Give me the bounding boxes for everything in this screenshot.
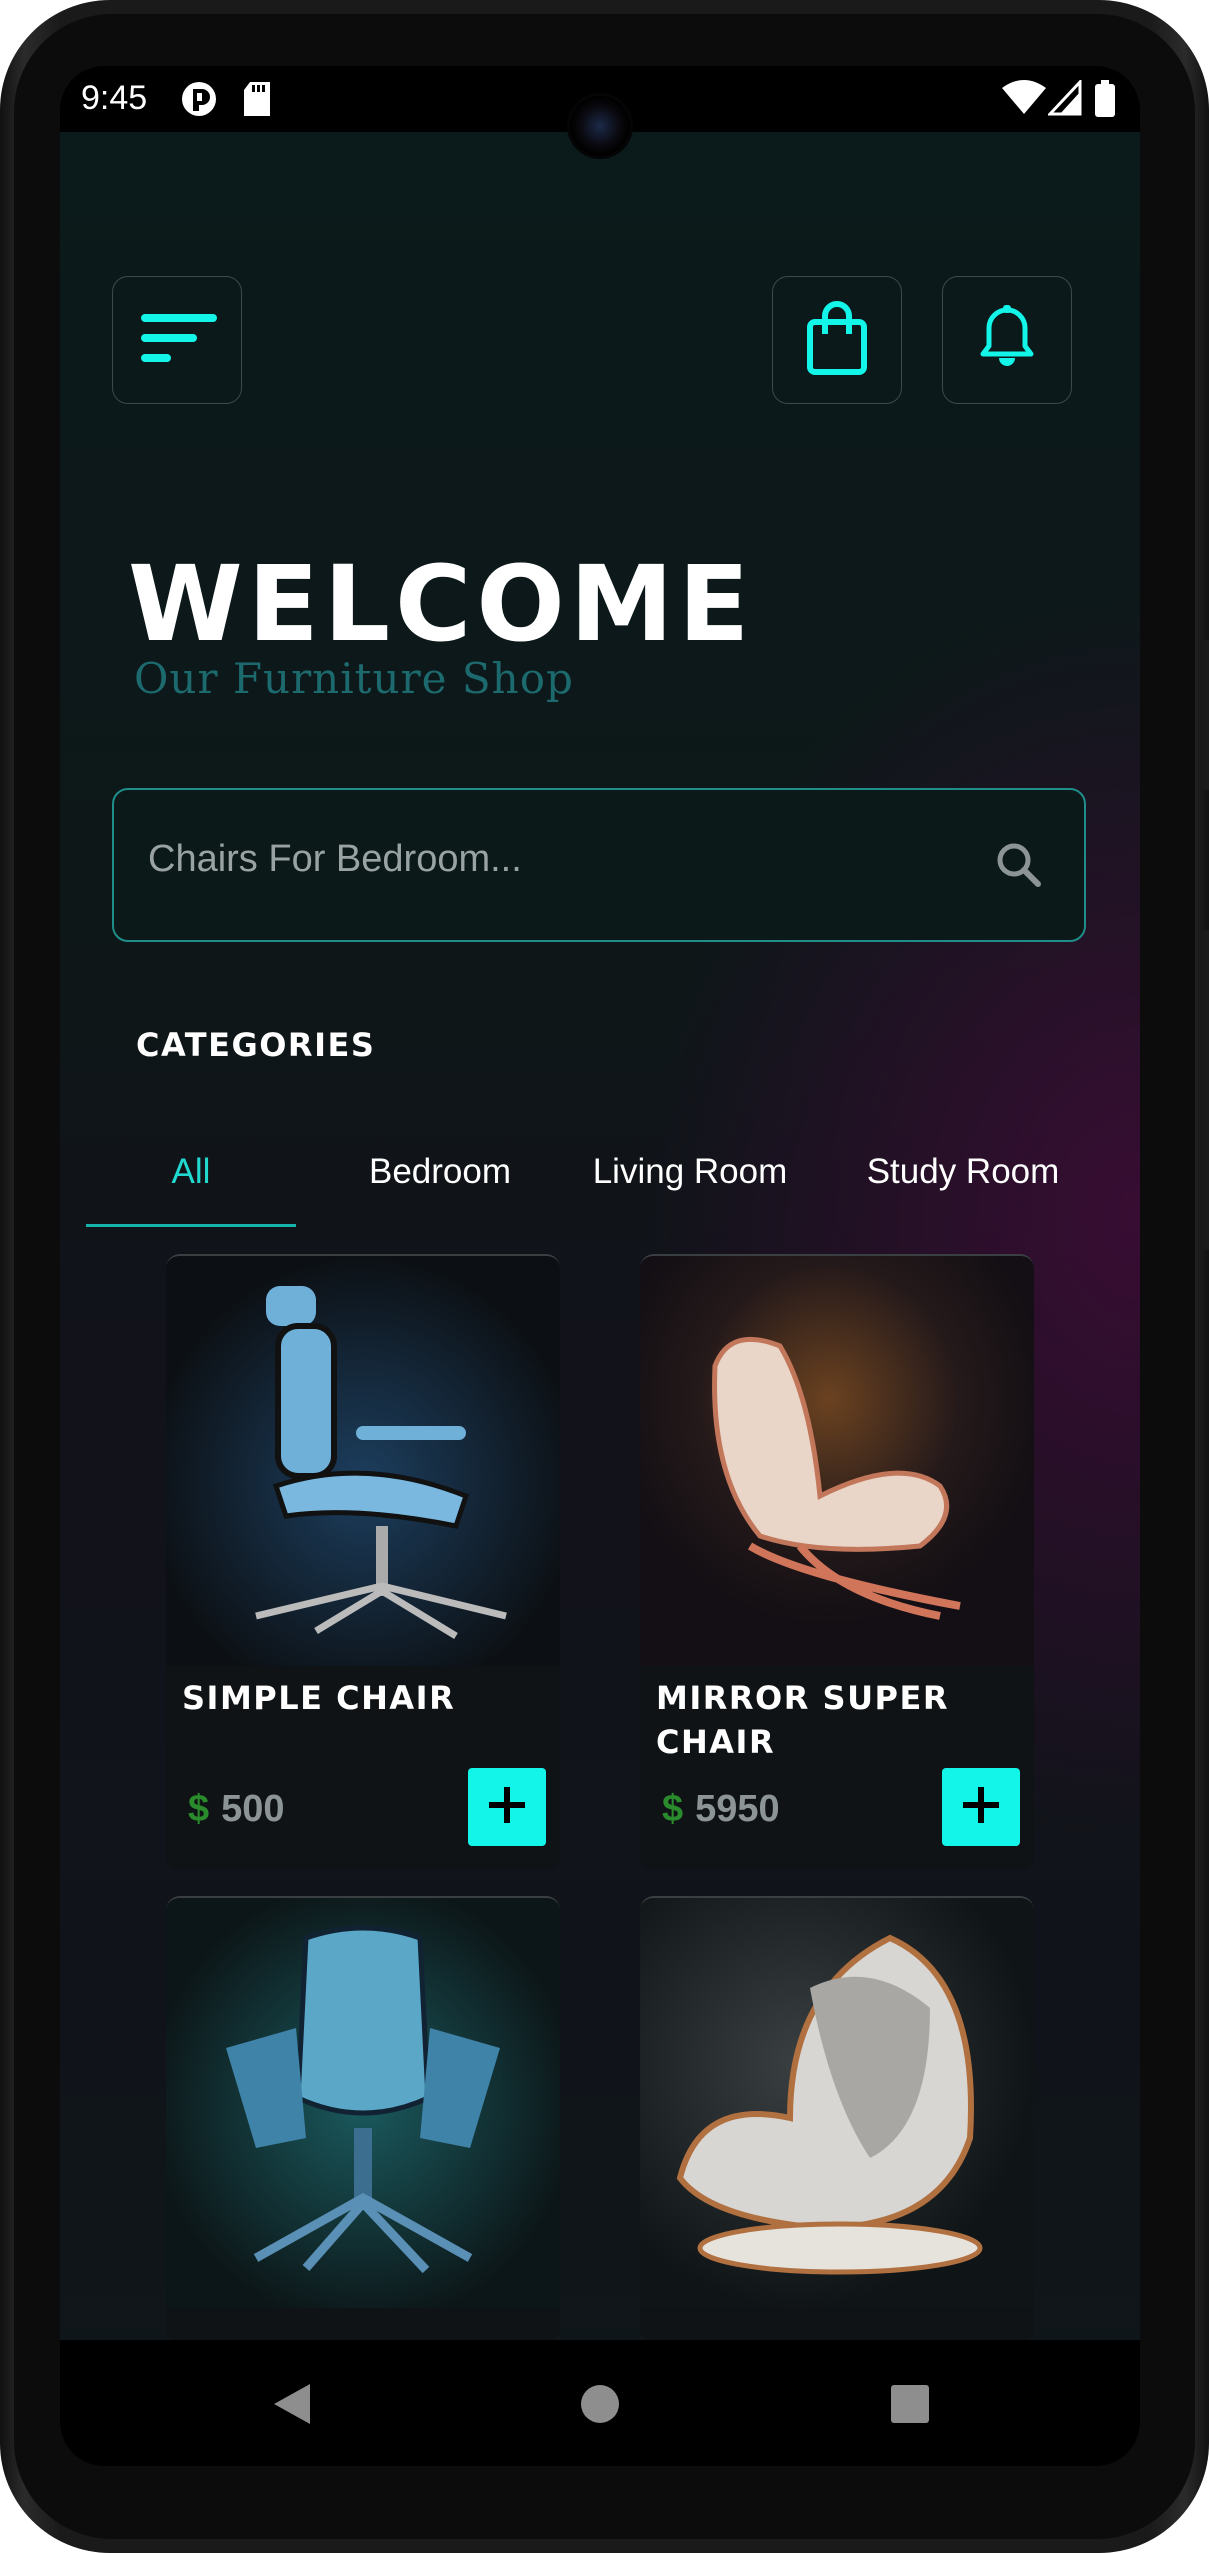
power-button [1203,930,1209,1250]
product-card[interactable]: MIRROR SUPER CHAIR $5950 [640,1254,1034,1870]
welcome-title: WELCOME [128,543,755,665]
tab-all[interactable]: All [86,1152,296,1192]
plus-icon [959,1783,1003,1832]
sd-card-icon [242,80,272,123]
status-time: 9:45 [81,79,148,117]
bell-icon [979,304,1035,377]
volume-button [1203,640,1209,790]
menu-icon [137,308,217,373]
recents-icon[interactable] [890,2384,930,2429]
tab-study-room[interactable]: Study Room [828,1152,1098,1192]
product-price: $500 [188,1788,285,1831]
product-price: $5950 [662,1788,780,1831]
back-icon[interactable] [272,2382,312,2431]
home-icon[interactable] [580,2384,620,2429]
search-placeholder: Chairs For Bedroom... [148,838,522,880]
battery-icon [1094,80,1116,123]
price-value: 5950 [695,1788,780,1830]
front-camera [570,96,630,156]
notifications-button[interactable] [942,276,1072,404]
product-image-egg-chair [640,1898,1034,2308]
shopping-bag-icon [805,300,869,381]
plus-icon [485,1783,529,1832]
categories-title: CATEGORIES [136,1026,376,1064]
app-screen: 9:45 WELCOME Our Furniture Shop Chairs F… [60,66,1140,2466]
system-nav-bar [60,2340,1140,2466]
wifi-icon [1002,80,1046,121]
tab-living-room[interactable]: Living Room [550,1152,830,1192]
welcome-subtitle: Our Furniture Shop [134,654,574,703]
notification-app-icon [180,80,218,123]
search-icon[interactable] [994,840,1044,895]
currency-symbol: $ [662,1788,684,1830]
product-name: SIMPLE CHAIR [182,1679,456,1717]
currency-symbol: $ [188,1788,210,1830]
add-to-cart-button[interactable] [942,1768,1020,1846]
product-image-chair [166,1898,560,2308]
menu-button[interactable] [112,276,242,404]
signal-icon [1046,78,1082,121]
phone-frame: 9:45 WELCOME Our Furniture Shop Chairs F… [0,0,1209,2553]
tab-bedroom[interactable]: Bedroom [340,1152,540,1192]
product-name: MIRROR SUPER CHAIR [656,1679,949,1761]
active-tab-indicator [86,1224,296,1227]
price-value: 500 [221,1788,285,1830]
product-image-simple-chair [166,1256,560,1666]
search-input[interactable]: Chairs For Bedroom... [112,788,1086,942]
product-card[interactable]: SIMPLE CHAIR $500 [166,1254,560,1870]
add-to-cart-button[interactable] [468,1768,546,1846]
product-card[interactable] [640,1896,1034,2342]
product-card[interactable] [166,1896,560,2342]
cart-button[interactable] [772,276,902,404]
product-image-mirror-super-chair [640,1256,1034,1666]
